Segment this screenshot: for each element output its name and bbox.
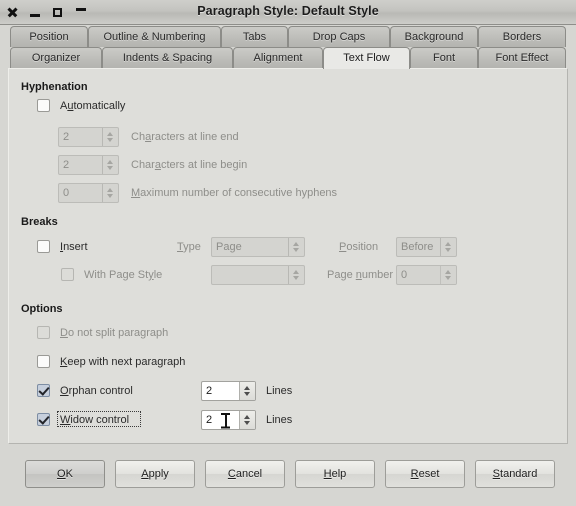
do-not-split-checkbox[interactable] xyxy=(37,326,50,339)
chars-line-end-spinner[interactable]: 2 xyxy=(58,127,119,147)
max-hyphens-stepper-icon[interactable] xyxy=(102,184,118,202)
tab-tabs[interactable]: Tabs xyxy=(221,26,288,47)
tab-font-effect[interactable]: Font Effect xyxy=(478,47,566,68)
with-page-style-checkbox[interactable] xyxy=(61,268,74,281)
max-hyphens-spinner[interactable]: 0 xyxy=(58,183,119,203)
chars-line-end-stepper-icon[interactable] xyxy=(102,128,118,146)
max-hyphens-value: 0 xyxy=(63,187,70,199)
tab-alignment[interactable]: Alignment xyxy=(233,47,323,68)
page-style-value xyxy=(212,266,288,284)
tab-font[interactable]: Font xyxy=(410,47,478,68)
chars-line-begin-label: Characters at line begin xyxy=(131,159,248,171)
orphan-control-value: 2 xyxy=(206,385,213,397)
ok-button[interactable]: OK xyxy=(25,460,105,488)
help-button[interactable]: Help xyxy=(295,460,375,488)
widow-control-stepper-icon[interactable] xyxy=(239,411,255,429)
hyphenation-group-label: Hyphenation xyxy=(21,81,88,93)
orphan-control-stepper-icon[interactable] xyxy=(239,382,255,400)
tab-text-flow[interactable]: Text Flow xyxy=(323,47,410,69)
page-style-stepper-icon[interactable] xyxy=(288,266,304,284)
widow-control-label: Widow control xyxy=(60,414,130,426)
orphan-control-spinner[interactable]: 2 xyxy=(201,381,256,401)
chars-line-begin-spinner[interactable]: 2 xyxy=(58,155,119,175)
widow-control-spinner[interactable]: 2 xyxy=(201,410,256,430)
standard-button[interactable]: Standard xyxy=(475,460,555,488)
keep-with-next-checkbox[interactable] xyxy=(37,355,50,368)
break-type-dropdown[interactable]: Page xyxy=(211,237,305,257)
break-type-stepper-icon[interactable] xyxy=(288,238,304,256)
break-position-dropdown[interactable]: Before xyxy=(396,237,457,257)
window-title: Paragraph Style: Default Style xyxy=(197,4,379,18)
tab-position[interactable]: Position xyxy=(10,26,88,47)
tab-row-1: Position Outline & Numbering Tabs Drop C… xyxy=(0,26,576,48)
chars-line-begin-stepper-icon[interactable] xyxy=(102,156,118,174)
cancel-button[interactable]: Cancel xyxy=(205,460,285,488)
tab-borders[interactable]: Borders xyxy=(478,26,566,47)
reset-button[interactable]: Reset xyxy=(385,460,465,488)
do-not-split-label: Do not split paragraph xyxy=(60,327,169,339)
tab-drop-caps[interactable]: Drop Caps xyxy=(288,26,390,47)
widow-control-checkbox[interactable] xyxy=(37,413,50,426)
break-position-value: Before xyxy=(401,241,434,253)
widow-control-value: 2 xyxy=(206,414,213,426)
insert-label: Insert xyxy=(60,241,88,253)
tab-organizer[interactable]: Organizer xyxy=(10,47,102,68)
tab-strip: Position Outline & Numbering Tabs Drop C… xyxy=(0,26,576,70)
tab-outline-numbering[interactable]: Outline & Numbering xyxy=(88,26,221,47)
page-number-label: Page number xyxy=(327,269,394,281)
text-flow-panel: Hyphenation Automatically 2 Characters a… xyxy=(8,68,568,444)
chars-line-end-label: Characters at line end xyxy=(131,131,239,143)
max-hyphens-label: Maximum number of consecutive hyphens xyxy=(131,187,338,199)
options-group-label: Options xyxy=(21,303,63,315)
tab-indents-spacing[interactable]: Indents & Spacing xyxy=(102,47,233,68)
with-page-style-label: With Page Style xyxy=(84,269,163,281)
break-type-label: Type xyxy=(177,241,201,253)
tab-row-2: Organizer Indents & Spacing Alignment Te… xyxy=(0,47,576,69)
orphan-control-label: Orphan control xyxy=(60,385,133,397)
orphan-control-unit: Lines xyxy=(266,385,293,397)
window-titlebar: Paragraph Style: Default Style xyxy=(0,0,576,25)
dialog-button-bar: OK Apply Cancel Help Reset Standard xyxy=(0,452,576,506)
breaks-group-label: Breaks xyxy=(21,216,58,228)
automatically-label: Automatically xyxy=(60,100,126,112)
keep-with-next-label: Keep with next paragraph xyxy=(60,356,186,368)
widow-control-unit: Lines xyxy=(266,414,293,426)
page-number-spinner[interactable]: 0 xyxy=(396,265,457,285)
apply-button[interactable]: Apply xyxy=(115,460,195,488)
break-type-value: Page xyxy=(216,241,242,253)
automatically-checkbox[interactable] xyxy=(37,99,50,112)
orphan-control-checkbox[interactable] xyxy=(37,384,50,397)
break-position-stepper-icon[interactable] xyxy=(440,238,456,256)
break-position-label: Position xyxy=(339,241,379,253)
page-style-dropdown[interactable] xyxy=(211,265,305,285)
insert-checkbox[interactable] xyxy=(37,240,50,253)
page-number-stepper-icon[interactable] xyxy=(440,266,456,284)
chars-line-end-value: 2 xyxy=(63,131,70,143)
chars-line-begin-value: 2 xyxy=(63,159,70,171)
tab-background[interactable]: Background xyxy=(390,26,478,47)
page-number-value: 0 xyxy=(401,269,408,281)
